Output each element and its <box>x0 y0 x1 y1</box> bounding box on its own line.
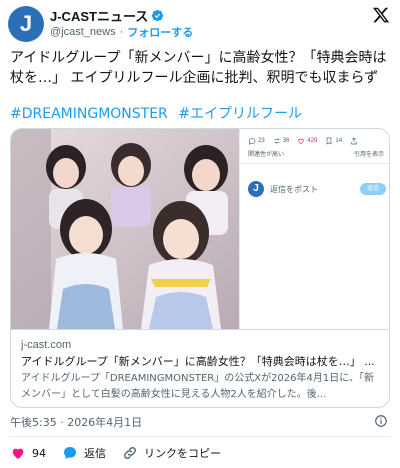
reply-icon <box>249 137 256 145</box>
post-header: J J-CASTニュース @jcast_news · フォローする <box>0 0 400 44</box>
embed-likes[interactable]: 429 <box>297 137 317 145</box>
handle-row: @jcast_news · フォローする <box>50 24 193 40</box>
card-domain: j-cast.com <box>21 339 72 351</box>
embed-reposts-count: 36 <box>282 138 290 144</box>
sort-relevance-link[interactable]: 関連性が高い <box>248 149 284 158</box>
info-icon[interactable] <box>374 414 388 428</box>
embedded-post-panel: 23 36 429 14 関連性が高い 引用を表示 J 返信をポスト 返信 <box>239 129 389 329</box>
card-info[interactable]: j-cast.com アイドルグループ「新メンバー」に高齢女性？「特典会時は杖を… <box>11 329 389 407</box>
post-text: アイドルグループ「新メンバー」に高齢女性？「特典会時は杖を…」 エイプリルフール… <box>10 50 387 86</box>
account-name-row: J-CASTニュース <box>50 6 164 25</box>
hashtag-link[interactable]: #エイプリルフール <box>178 106 302 122</box>
reply-input[interactable]: 返信をポスト <box>270 184 360 195</box>
embed-replies[interactable]: 23 <box>248 137 265 145</box>
x-logo-icon[interactable] <box>372 6 390 24</box>
card-description: アイドルグループ「DREAMINGMONSTER」の公式Xが2026年4月1日に… <box>21 373 374 400</box>
post-timestamp[interactable]: 午後5:35 · 2026年4月1日 <box>10 414 142 430</box>
bookmark-icon <box>327 137 332 145</box>
embed-replies-count: 23 <box>258 138 265 144</box>
follow-button[interactable]: フォローする <box>127 24 193 40</box>
separator-dot: · <box>119 26 124 38</box>
heart-filled-icon <box>12 448 24 459</box>
heart-icon <box>298 138 305 145</box>
embed-reposts[interactable]: 36 <box>273 137 290 145</box>
copy-link-button[interactable]: リンクをコピー <box>122 445 221 461</box>
account-name[interactable]: J-CASTニュース <box>50 6 148 25</box>
account-handle[interactable]: @jcast_news <box>50 26 116 38</box>
embed-stats: 23 36 429 14 <box>248 137 358 145</box>
actions-divider <box>10 436 390 437</box>
link-card[interactable]: 23 36 429 14 関連性が高い 引用を表示 J 返信をポスト 返信 j-… <box>10 128 390 408</box>
embed-reply-box: J 返信をポスト 返信 <box>248 181 386 197</box>
reply-bubble-icon <box>64 447 76 459</box>
link-icon <box>124 447 136 459</box>
reply-submit-button[interactable]: 返信 <box>360 183 386 195</box>
embed-divider <box>240 163 389 164</box>
group-photo-image <box>11 129 239 329</box>
account-avatar[interactable]: J <box>8 6 44 42</box>
card-title: アイドルグループ「新メンバー」に高齢女性？「特典会時は杖を…」 ... <box>21 355 375 368</box>
hashtag-row: #DREAMINGMONSTER #エイプリルフール <box>10 104 308 124</box>
copy-link-label: リンクをコピー <box>144 447 221 460</box>
like-button[interactable]: 94 <box>10 445 46 461</box>
embed-avatar: J <box>248 181 264 197</box>
share-icon[interactable] <box>350 137 358 145</box>
card-photo[interactable] <box>11 129 239 329</box>
repost-icon <box>274 138 280 144</box>
embed-likes-count: 429 <box>307 138 318 144</box>
embed-bookmarks[interactable]: 14 <box>325 137 342 145</box>
like-count: 94 <box>32 446 46 460</box>
post-actions: 94 返信 リンクをコピー <box>10 444 221 462</box>
embed-links: 関連性が高い 引用を表示 <box>248 149 384 158</box>
reply-label: 返信 <box>84 447 106 460</box>
reply-button[interactable]: 返信 <box>62 445 106 461</box>
verified-badge-icon <box>152 9 164 22</box>
embed-bookmarks-count: 14 <box>335 138 343 144</box>
view-quotes-link[interactable]: 引用を表示 <box>354 149 384 158</box>
hashtag-link[interactable]: #DREAMINGMONSTER <box>10 106 168 122</box>
